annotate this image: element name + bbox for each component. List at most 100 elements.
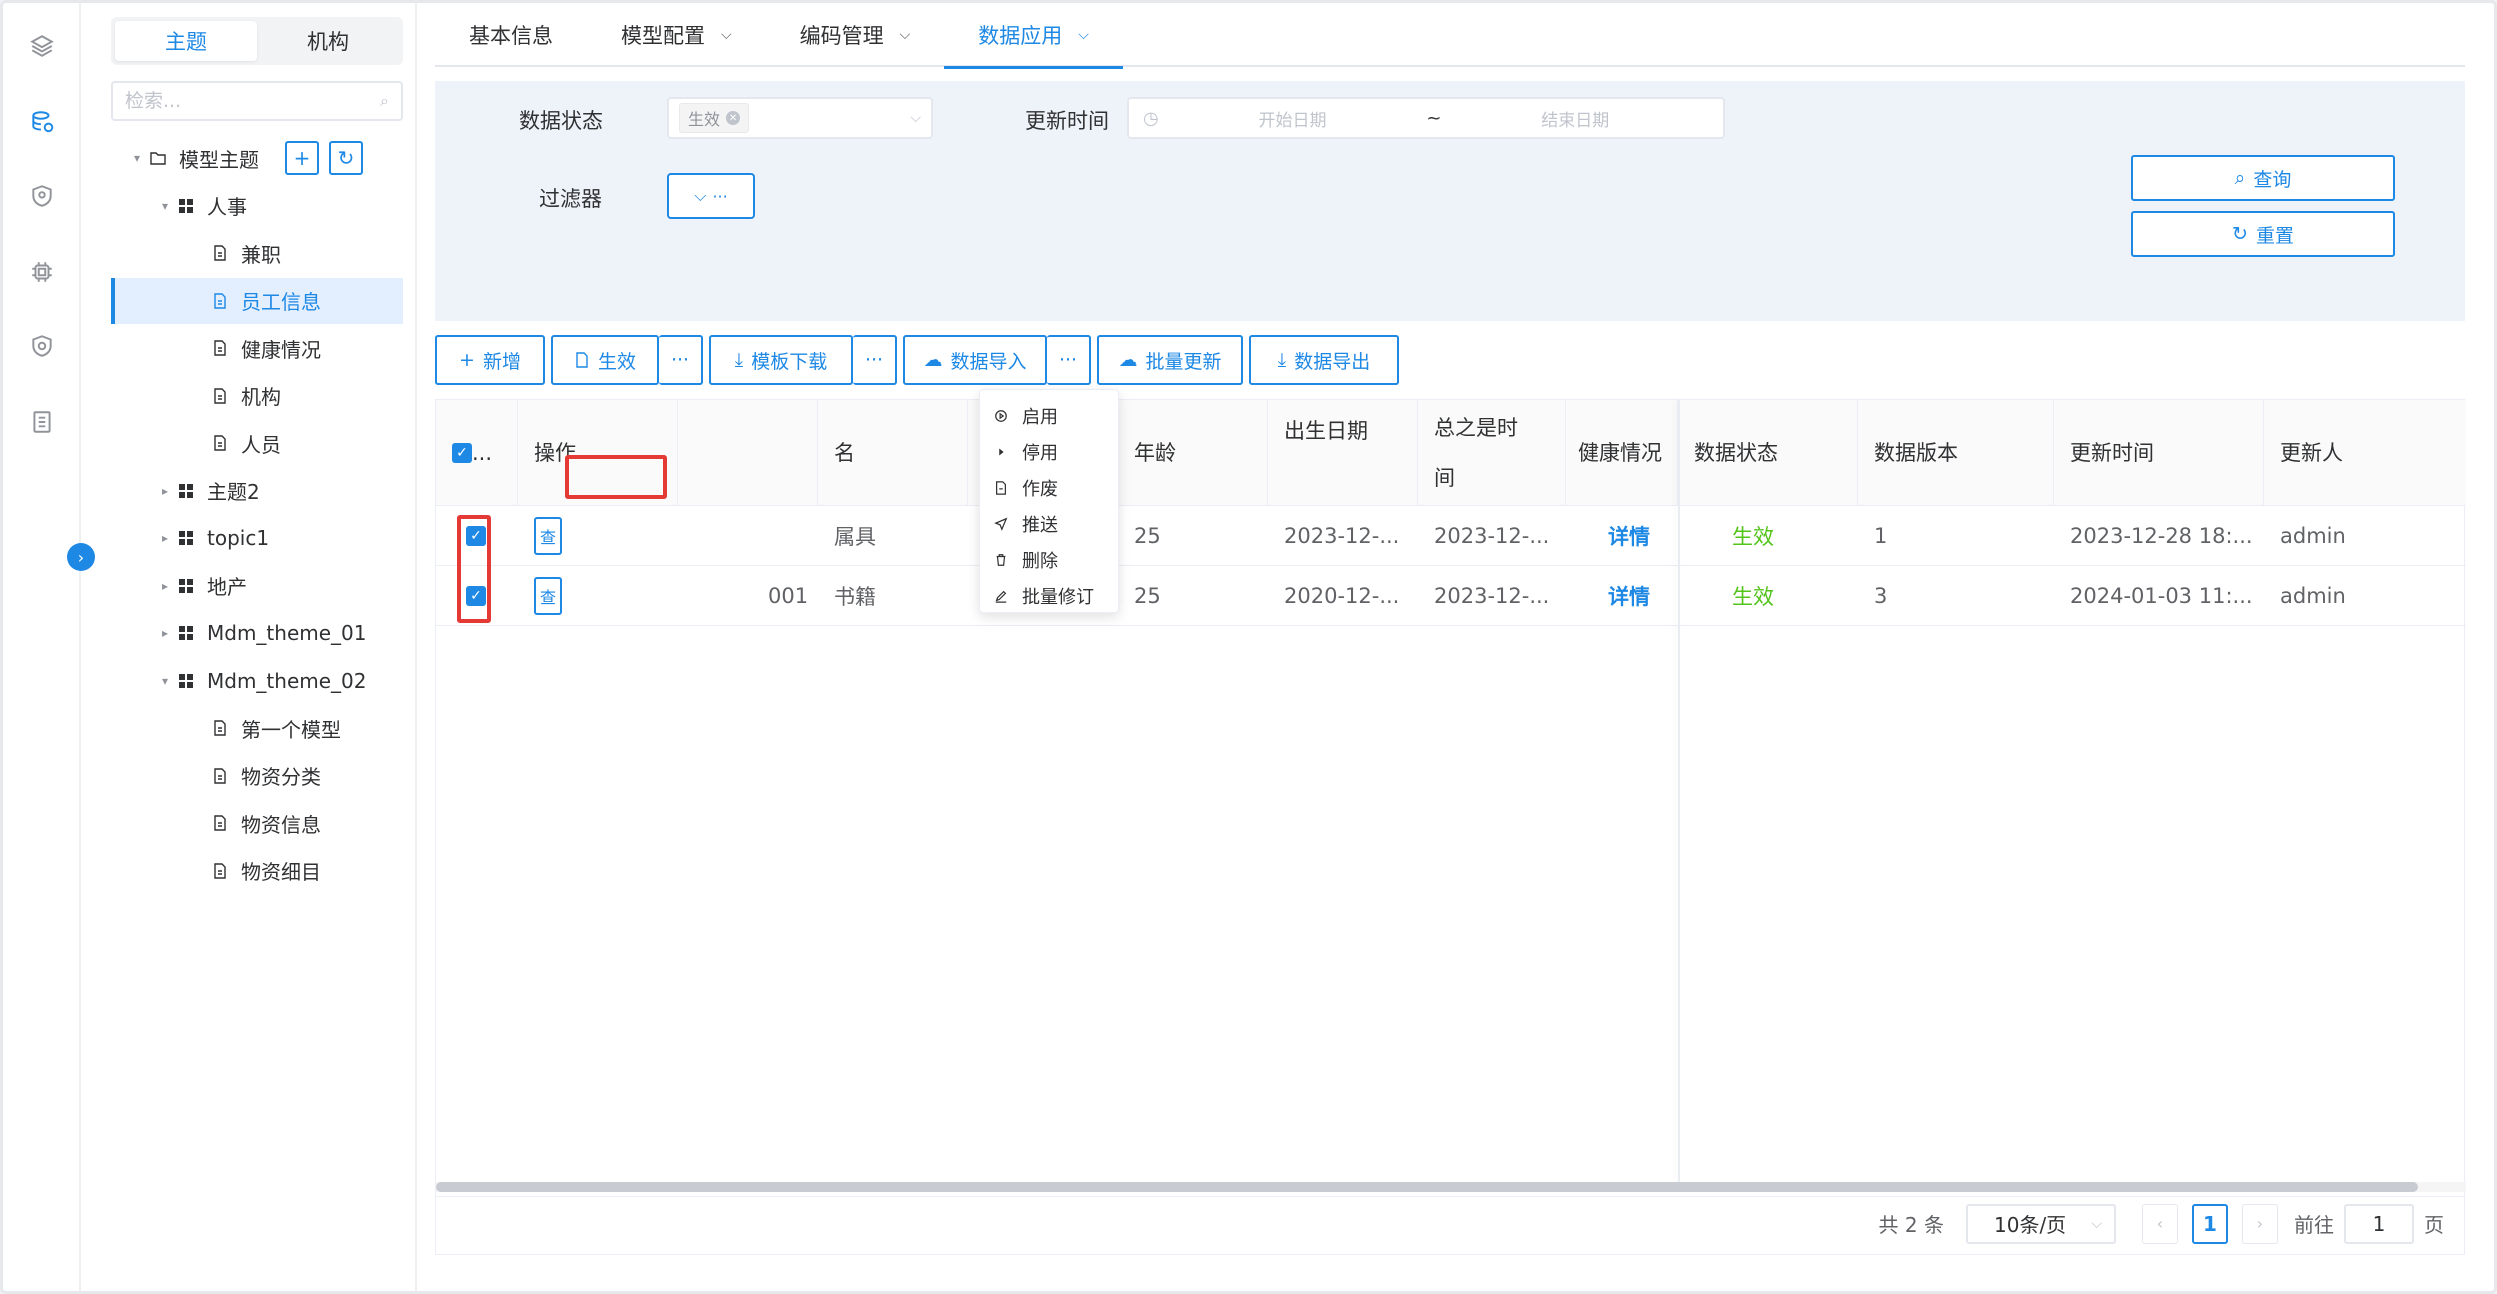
caret-right-icon[interactable]: ▸ bbox=[157, 484, 173, 498]
tree-node[interactable]: ▸ 地产 bbox=[111, 563, 403, 609]
header-first-name: 名 bbox=[818, 400, 968, 506]
batch-update-label: 批量更新 bbox=[1145, 350, 1222, 373]
close-icon[interactable]: ✕ bbox=[726, 111, 741, 125]
table-row[interactable]: ✓查属具朱252023-12-...2023-12-...详情生效12023-1… bbox=[436, 506, 2466, 566]
document-icon bbox=[207, 387, 233, 405]
header-data-status: 数据状态 bbox=[1678, 400, 1858, 506]
tree-node[interactable]: 物资细目 bbox=[111, 848, 403, 894]
segment-theme[interactable]: 主题 bbox=[115, 21, 257, 61]
tree-node[interactable]: ▸ topic1 bbox=[111, 515, 403, 561]
fixed-column-divider bbox=[1678, 400, 1680, 1184]
tree-node-label: topic1 bbox=[207, 526, 270, 550]
tab-data-application[interactable]: 数据应用 ⌵ bbox=[944, 3, 1123, 69]
horizontal-scrollbar[interactable] bbox=[436, 1182, 2466, 1192]
next-page-button[interactable]: › bbox=[2242, 1203, 2278, 1244]
end-date[interactable]: 结束日期 bbox=[1441, 106, 1709, 131]
menu-item-enable[interactable]: 启用 bbox=[980, 398, 1118, 434]
date-range-picker[interactable]: ◷ 开始日期 ~ 结束日期 bbox=[1127, 97, 1725, 139]
cell-updated-time: 2023-12-28 18:... bbox=[2070, 524, 2253, 548]
checkbox[interactable]: ✓ bbox=[452, 443, 472, 463]
shield-icon[interactable] bbox=[25, 179, 59, 213]
effective-button[interactable]: 生效 bbox=[551, 335, 659, 385]
security-icon[interactable] bbox=[25, 329, 59, 363]
table-row[interactable]: ✓查001书籍祝252020-12-...2023-12-...详情生效3202… bbox=[436, 566, 2466, 626]
tree-node-label: 物资细目 bbox=[241, 860, 321, 884]
tree-node[interactable]: ▸ Mdm_theme_01 bbox=[111, 610, 403, 656]
tab-model-config[interactable]: 模型配置 ⌵ bbox=[587, 3, 766, 67]
template-download-button[interactable]: ⤓ 模板下载 bbox=[709, 335, 853, 385]
tree-node[interactable]: 人员 bbox=[111, 420, 403, 466]
database-icon[interactable] bbox=[25, 105, 59, 139]
tree-node[interactable]: 健康情况 bbox=[111, 325, 403, 371]
search-input[interactable] bbox=[125, 90, 381, 112]
menu-item-void[interactable]: 作废 bbox=[980, 470, 1118, 506]
health-detail-link[interactable]: 详情 bbox=[1566, 566, 1678, 626]
chip-icon[interactable] bbox=[25, 255, 59, 289]
table-header: ✓... 操作 名 姓 年龄 出生日期 总之是时 间 健康情况 数据状态 数据版… bbox=[436, 400, 2466, 506]
icon-rail bbox=[3, 3, 81, 1291]
tree-node[interactable]: 员工信息 bbox=[111, 277, 403, 324]
health-detail-link[interactable]: 详情 bbox=[1566, 506, 1678, 566]
pagination: 共 2 条 10条/页 ⌵ ‹ 1 › 前往 1 页 bbox=[435, 1193, 2465, 1255]
template-more-button[interactable]: ··· bbox=[853, 335, 897, 385]
menu-item-disable[interactable]: 停用 bbox=[980, 434, 1118, 470]
menu-item-delete[interactable]: 删除 bbox=[980, 542, 1118, 578]
caret-right-icon[interactable]: ▸ bbox=[157, 579, 173, 593]
filter-button[interactable]: ⌵ ··· bbox=[667, 173, 755, 219]
start-date[interactable]: 开始日期 bbox=[1159, 106, 1427, 131]
query-button[interactable]: ⌕ 查询 bbox=[2131, 155, 2395, 201]
header-code bbox=[678, 400, 818, 506]
add-button[interactable]: + 新增 bbox=[435, 335, 545, 385]
menu-item-batch-revise[interactable]: 批量修订 bbox=[980, 578, 1118, 614]
reset-button[interactable]: ↻ 重置 bbox=[2131, 211, 2395, 257]
segment-org[interactable]: 机构 bbox=[257, 21, 399, 61]
caret-down-icon[interactable]: ▾ bbox=[157, 674, 173, 688]
list-icon[interactable] bbox=[25, 405, 59, 439]
grid-icon bbox=[173, 624, 199, 642]
status-select[interactable]: 生效 ✕ ⌵ bbox=[667, 97, 933, 139]
tree-node[interactable]: 物资信息 bbox=[111, 800, 403, 846]
document-icon bbox=[996, 481, 1006, 495]
play-circle-icon bbox=[995, 410, 1007, 422]
data-export-button[interactable]: ⤓ 数据导出 bbox=[1249, 335, 1399, 385]
batch-update-button[interactable]: ☁ 批量更新 bbox=[1097, 335, 1243, 385]
tree-node[interactable]: 机构 bbox=[111, 373, 403, 419]
menu-item-push[interactable]: 推送 bbox=[980, 506, 1118, 542]
data-import-button[interactable]: ☁ 数据导入 bbox=[903, 335, 1047, 385]
goto-input[interactable]: 1 bbox=[2344, 1203, 2414, 1244]
caret-right-icon[interactable]: ▸ bbox=[157, 531, 173, 545]
tree-node[interactable]: 兼职 bbox=[111, 230, 403, 276]
tree-node-label: 地产 bbox=[207, 575, 247, 599]
refresh-tree-button[interactable]: ↻ bbox=[329, 141, 363, 175]
view-row-button[interactable]: 查 bbox=[534, 517, 562, 555]
cell-total-time: 2023-12-... bbox=[1434, 584, 1550, 608]
view-button: 查 bbox=[518, 566, 678, 626]
tree-node[interactable]: ▾ 人事 bbox=[111, 183, 403, 229]
tree-node[interactable]: 第一个模型 bbox=[111, 705, 403, 751]
caret-down-icon[interactable]: ▾ bbox=[157, 199, 173, 213]
prev-page-button[interactable]: ‹ bbox=[2142, 1203, 2178, 1244]
scrollbar-thumb[interactable] bbox=[436, 1182, 2418, 1192]
tab-basic-info[interactable]: 基本信息 bbox=[435, 3, 587, 67]
tree-node[interactable]: 物资分类 bbox=[111, 753, 403, 799]
tree-node[interactable]: ▾ Mdm_theme_02 bbox=[111, 658, 403, 704]
page-number[interactable]: 1 bbox=[2192, 1203, 2228, 1244]
tree-node[interactable]: ▾ 模型主题 + ↻ bbox=[111, 135, 403, 181]
header-select-all[interactable]: ✓... bbox=[436, 400, 518, 506]
tab-code-management[interactable]: 编码管理 ⌵ bbox=[766, 3, 945, 67]
layers-icon[interactable] bbox=[25, 29, 59, 63]
caret-right-icon[interactable]: ▸ bbox=[157, 626, 173, 640]
page-size-select[interactable]: 10条/页 ⌵ bbox=[1966, 1203, 2116, 1244]
view-row-button[interactable]: 查 bbox=[534, 577, 562, 615]
document-icon bbox=[207, 814, 233, 832]
effective-more-button[interactable]: ··· bbox=[659, 335, 703, 385]
expand-chevron-icon[interactable]: › bbox=[67, 543, 95, 571]
add-node-button[interactable]: + bbox=[285, 141, 319, 175]
document-icon bbox=[207, 292, 233, 310]
caret-down-icon[interactable]: ▾ bbox=[129, 151, 145, 165]
tree-node-label: 员工信息 bbox=[241, 290, 321, 314]
tree-node[interactable]: ▸ 主题2 bbox=[111, 468, 403, 514]
cell-age: 25 bbox=[1134, 524, 1161, 548]
import-more-button[interactable]: ··· bbox=[1047, 335, 1091, 385]
page-suffix: 页 bbox=[2424, 1213, 2444, 1237]
